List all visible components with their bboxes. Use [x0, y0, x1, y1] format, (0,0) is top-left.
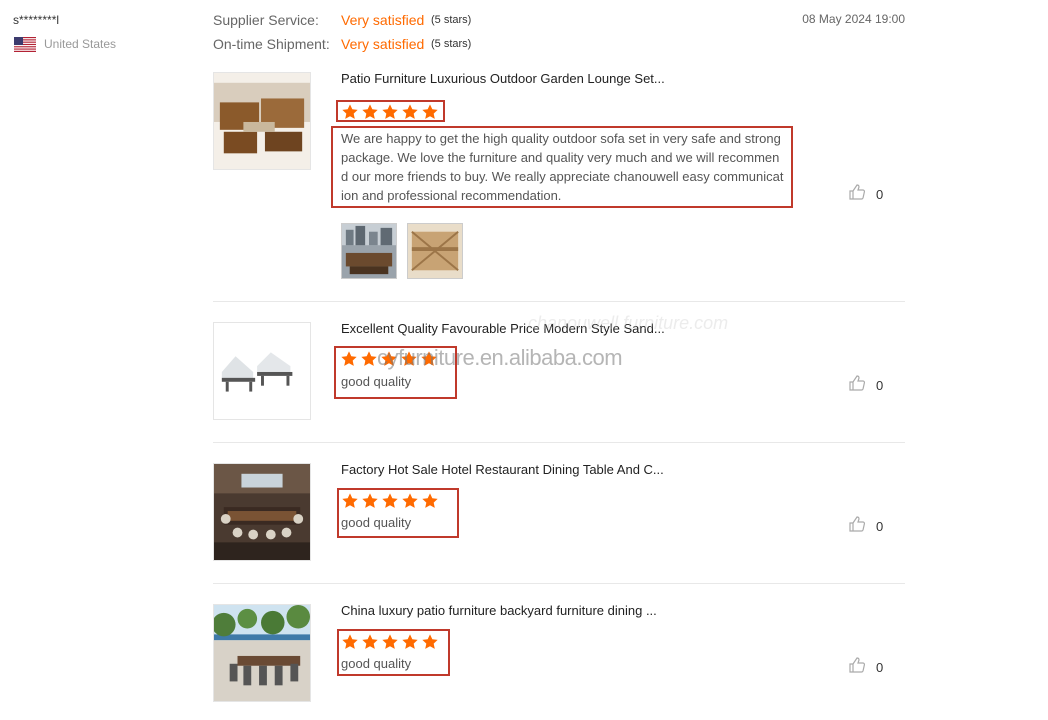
- star-icon: [381, 633, 399, 651]
- shipment-stars: (5 stars): [431, 38, 472, 50]
- thumbs-up-icon: [848, 183, 866, 206]
- star-rating-highlight: [336, 100, 445, 122]
- star-icon: [361, 103, 379, 121]
- product-title[interactable]: Factory Hot Sale Hotel Restaurant Dining…: [341, 462, 681, 477]
- like-count: 0: [876, 659, 884, 675]
- review-text: good quality: [341, 515, 412, 530]
- thumbs-up-icon: [848, 374, 866, 397]
- star-rating: [341, 492, 457, 510]
- like-count: 0: [876, 518, 884, 534]
- review-divider: [213, 301, 905, 302]
- review-highlight: good quality: [334, 346, 457, 399]
- star-icon: [380, 350, 398, 368]
- product-title[interactable]: China luxury patio furniture backyard fu…: [341, 603, 681, 618]
- like-count: 0: [876, 377, 884, 393]
- star-icon: [341, 103, 359, 121]
- review-text: We are happy to get the high quality out…: [341, 131, 784, 203]
- star-icon: [401, 633, 419, 651]
- star-icon: [401, 492, 419, 510]
- product-thumbnail[interactable]: [213, 604, 311, 702]
- supplier-service-stars: (5 stars): [431, 14, 472, 26]
- star-icon: [361, 633, 379, 651]
- supplier-service-label: Supplier Service:: [213, 12, 319, 28]
- like-count: 0: [876, 186, 884, 202]
- star-rating: [341, 103, 443, 121]
- star-rating: [341, 633, 448, 651]
- star-icon: [421, 633, 439, 651]
- shipment-label: On-time Shipment:: [213, 36, 330, 52]
- review-highlight: good quality: [337, 488, 459, 538]
- star-icon: [421, 103, 439, 121]
- review-text: good quality: [341, 374, 412, 389]
- review-divider: [213, 583, 905, 584]
- star-icon: [381, 492, 399, 510]
- star-icon: [340, 350, 358, 368]
- review-text-highlight: We are happy to get the high quality out…: [331, 126, 793, 208]
- supplier-service-value: Very satisfied: [341, 12, 425, 28]
- star-icon: [421, 492, 439, 510]
- review-divider: [213, 442, 905, 443]
- star-icon: [341, 492, 359, 510]
- review-highlight: good quality: [337, 629, 450, 676]
- product-thumbnail[interactable]: [213, 72, 311, 170]
- review-date: 08 May 2024 19:00: [802, 12, 905, 26]
- product-thumbnail[interactable]: [213, 463, 311, 561]
- like-button[interactable]: 0: [848, 374, 888, 397]
- product-thumbnail[interactable]: [213, 322, 311, 420]
- star-icon: [361, 492, 379, 510]
- like-button[interactable]: 0: [848, 515, 888, 538]
- us-flag-icon: [14, 37, 36, 52]
- reviewer-name: s********l: [13, 13, 60, 27]
- product-title[interactable]: Patio Furniture Luxurious Outdoor Garden…: [341, 71, 681, 86]
- review-photo[interactable]: [407, 223, 463, 279]
- like-button[interactable]: 0: [848, 656, 888, 679]
- star-icon: [400, 350, 418, 368]
- reviewer-country: United States: [44, 37, 117, 51]
- review-photo[interactable]: [341, 223, 397, 279]
- star-icon: [341, 633, 359, 651]
- thumbs-up-icon: [848, 515, 866, 538]
- star-icon: [401, 103, 419, 121]
- like-button[interactable]: 0: [848, 183, 888, 206]
- star-icon: [381, 103, 399, 121]
- star-icon: [420, 350, 438, 368]
- shipment-value: Very satisfied: [341, 36, 425, 52]
- star-rating: [340, 350, 455, 368]
- star-icon: [360, 350, 378, 368]
- review-text: good quality: [341, 656, 412, 671]
- thumbs-up-icon: [848, 656, 866, 679]
- product-title[interactable]: Excellent Quality Favourable Price Moder…: [341, 321, 681, 336]
